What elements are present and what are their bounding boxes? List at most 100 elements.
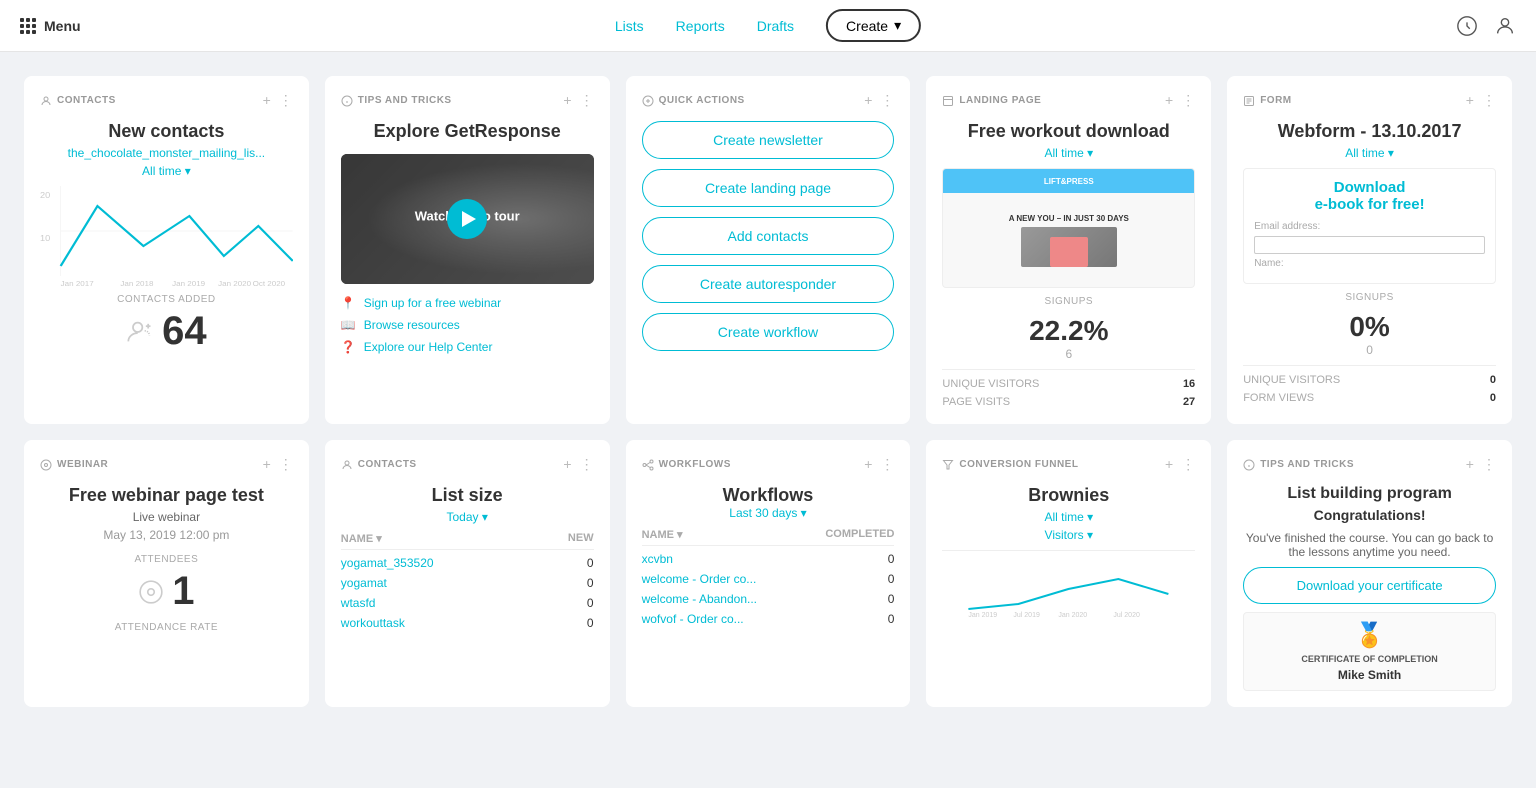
form-more-btn[interactable]: ⋮ xyxy=(1482,92,1496,109)
profile-icon[interactable] xyxy=(1494,15,1516,37)
tips-add-btn[interactable]: + xyxy=(563,92,571,109)
cf-chart: Jan 2019 Jul 2019 Jan 2020 Jul 2020 xyxy=(942,559,1195,619)
tips-more-btn[interactable]: ⋮ xyxy=(580,92,594,109)
lp-preview-body: A NEW YOU – IN JUST 30 DAYS xyxy=(1003,193,1135,287)
ls-link-1[interactable]: yogamat_353520 xyxy=(341,556,434,570)
lp-add-btn[interactable]: + xyxy=(1165,92,1173,109)
ls-new-2: 0 xyxy=(587,576,594,590)
qa-more-btn[interactable]: ⋮ xyxy=(880,92,894,109)
wf-completed-4: 0 xyxy=(888,612,895,626)
video-thumbnail[interactable]: Watch video tour xyxy=(341,154,594,284)
ls-link-3[interactable]: wtasfd xyxy=(341,596,376,610)
qa-add-btn[interactable]: + xyxy=(864,92,872,109)
cf-time-filter[interactable]: All time ▾ xyxy=(942,510,1195,524)
lb-add-btn[interactable]: + xyxy=(1466,456,1474,473)
contacts-list-link[interactable]: the_chocolate_monster_mailing_lis... xyxy=(40,146,293,160)
tips-link-resources[interactable]: 📖 Browse resources xyxy=(341,318,594,332)
lp-time-filter[interactable]: All time ▾ xyxy=(942,146,1195,160)
card-header-lp: LANDING PAGE + ⋮ xyxy=(942,92,1195,109)
notification-icon[interactable] xyxy=(1456,15,1478,37)
card-header-contacts: CONTACTS + ⋮ xyxy=(40,92,293,109)
wf-link-1[interactable]: xcvbn xyxy=(642,552,673,566)
wf-table-header: NAME ▾ COMPLETED xyxy=(642,528,895,546)
lp-pv-label: PAGE VISITS xyxy=(942,396,1010,408)
create-button[interactable]: Create ▾ xyxy=(826,9,921,42)
svg-text:Oct 2020: Oct 2020 xyxy=(253,280,286,286)
wf-col-completed: COMPLETED xyxy=(825,528,894,541)
cf-card-actions: + ⋮ xyxy=(1165,456,1195,473)
create-newsletter-btn[interactable]: Create newsletter xyxy=(642,121,895,159)
wf-row-4: wofvof - Order co... 0 xyxy=(642,612,895,626)
nav-reports[interactable]: Reports xyxy=(676,18,725,34)
form-label: FORM xyxy=(1243,95,1291,107)
nav-lists[interactable]: Lists xyxy=(615,18,644,34)
lb-more-btn[interactable]: ⋮ xyxy=(1482,456,1496,473)
cert-preview: 🏅 CERTIFICATE OF COMPLETION Mike Smith xyxy=(1243,612,1496,691)
create-workflow-btn[interactable]: Create workflow xyxy=(642,313,895,351)
wf-col-name[interactable]: NAME ▾ xyxy=(642,528,683,541)
wf-title: Workflows xyxy=(642,485,895,506)
ls-col-name[interactable]: NAME ▾ xyxy=(341,532,382,545)
form-title: Webform - 13.10.2017 xyxy=(1243,121,1496,142)
lp-more-btn[interactable]: ⋮ xyxy=(1181,92,1195,109)
nav-drafts[interactable]: Drafts xyxy=(757,18,794,34)
workflow-icon xyxy=(642,459,654,471)
card-header-wf: WORKFLOWS + ⋮ xyxy=(642,456,895,473)
create-autoresponder-btn[interactable]: Create autoresponder xyxy=(642,265,895,303)
ls-more-btn[interactable]: ⋮ xyxy=(580,456,594,473)
cf-sub-filter[interactable]: Visitors ▾ xyxy=(942,528,1195,542)
wf-completed-1: 0 xyxy=(888,552,895,566)
play-button[interactable] xyxy=(447,199,487,239)
ls-filter[interactable]: Today ▾ xyxy=(341,510,594,524)
lp-card-actions: + ⋮ xyxy=(1165,92,1195,109)
card-list-size: CONTACTS + ⋮ List size Today ▾ NAME ▾ NE… xyxy=(325,440,610,707)
tips-link-help[interactable]: ❓ Explore our Help Center xyxy=(341,340,594,354)
cf-add-btn[interactable]: + xyxy=(1165,456,1173,473)
ls-link-2[interactable]: yogamat xyxy=(341,576,387,590)
webinar-icon xyxy=(40,459,52,471)
attendance-rate-label: ATTENDANCE RATE xyxy=(40,622,293,633)
dashboard-grid: CONTACTS + ⋮ New contacts the_chocolate_… xyxy=(0,52,1536,731)
webform-email-input[interactable] xyxy=(1254,236,1485,254)
webinar-more-btn[interactable]: ⋮ xyxy=(279,456,293,473)
webform-preview: Downloade-book for free! Email address: … xyxy=(1243,168,1496,284)
menu-button[interactable]: Menu xyxy=(20,18,81,34)
ls-add-btn[interactable]: + xyxy=(563,456,571,473)
header-icons xyxy=(1456,15,1516,37)
card-header-webinar: WEBINAR + ⋮ xyxy=(40,456,293,473)
contacts-icon xyxy=(40,95,52,107)
webinar-add-btn[interactable]: + xyxy=(263,456,271,473)
contacts-time-filter[interactable]: All time ▾ xyxy=(40,164,293,178)
wf-row-1: xcvbn 0 xyxy=(642,552,895,566)
ls-new-4: 0 xyxy=(587,616,594,630)
contacts-card-actions: + ⋮ xyxy=(263,92,293,109)
svg-text:Jan 2020: Jan 2020 xyxy=(1059,612,1088,619)
lp-preview: LIFT&PRESS A NEW YOU – IN JUST 30 DAYS xyxy=(942,168,1195,288)
add-widget-btn[interactable]: + xyxy=(263,92,271,109)
form-add-btn[interactable]: + xyxy=(1466,92,1474,109)
contacts-label: CONTACTS xyxy=(40,95,116,107)
wf-link-2[interactable]: welcome - Order co... xyxy=(642,572,757,586)
wf-link-3[interactable]: welcome - Abandon... xyxy=(642,592,757,606)
funnel-icon xyxy=(942,459,954,471)
lb-subtitle: Congratulations! xyxy=(1243,507,1496,523)
cf-more-btn[interactable]: ⋮ xyxy=(1181,456,1195,473)
cert-badge-icon: 🏅 xyxy=(1252,621,1487,650)
form-time-filter[interactable]: All time ▾ xyxy=(1243,146,1496,160)
wf-link-4[interactable]: wofvof - Order co... xyxy=(642,612,744,626)
ls-new-3: 0 xyxy=(587,596,594,610)
more-options-btn[interactable]: ⋮ xyxy=(279,92,293,109)
download-certificate-btn[interactable]: Download your certificate xyxy=(1243,567,1496,604)
create-landing-page-btn[interactable]: Create landing page xyxy=(642,169,895,207)
lp-signups-pct: 22.2% xyxy=(942,315,1195,347)
card-header-form: FORM + ⋮ xyxy=(1243,92,1496,109)
lp-preview-header: LIFT&PRESS xyxy=(943,169,1194,193)
wf-add-btn[interactable]: + xyxy=(864,456,872,473)
wf-filter[interactable]: Last 30 days ▾ xyxy=(642,506,895,520)
qa-card-actions: + ⋮ xyxy=(864,92,894,109)
add-contacts-btn[interactable]: Add contacts xyxy=(642,217,895,255)
tips-link-webinar[interactable]: 📍 Sign up for a free webinar xyxy=(341,296,594,310)
ls-link-4[interactable]: workouttask xyxy=(341,616,405,630)
card-quick-actions: QUICK ACTIONS + ⋮ Create newsletter Crea… xyxy=(626,76,911,424)
wf-more-btn[interactable]: ⋮ xyxy=(880,456,894,473)
